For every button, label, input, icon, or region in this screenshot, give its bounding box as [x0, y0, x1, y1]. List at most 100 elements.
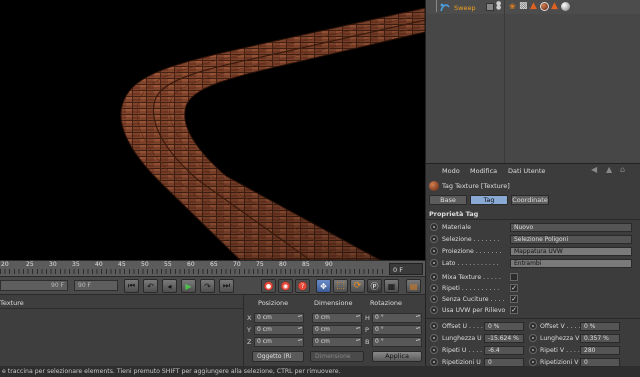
timeline-tick: 90: [325, 261, 333, 268]
animate-radio[interactable]: [430, 235, 438, 243]
position-x-field[interactable]: 0 cm: [254, 313, 304, 323]
rotation-p-field[interactable]: 0 °: [372, 325, 422, 335]
timeline[interactable]: 20 25 30 35 40 45 50 55 60 65 70 75 80 8…: [0, 260, 425, 276]
animate-radio[interactable]: [430, 306, 438, 314]
menu-mode[interactable]: Modo: [442, 167, 460, 175]
material-link-field[interactable]: Nuovo: [510, 223, 632, 232]
triangle-tag-icon[interactable]: ▲: [551, 1, 558, 11]
tile-checkbox[interactable]: ✓: [510, 284, 518, 292]
object-row-sweep[interactable]: Sweep ● ● ❀ ▩ ▲ ▲: [426, 0, 640, 14]
triangle-tag-icon[interactable]: ▲: [530, 1, 537, 11]
repetitions-u-field[interactable]: 0: [484, 358, 524, 367]
animate-radio[interactable]: [529, 358, 537, 366]
repetitions-u-label: Ripetizioni U: [442, 359, 481, 366]
animate-radio[interactable]: [430, 295, 438, 303]
animate-radio[interactable]: [529, 346, 537, 354]
rotate-key-button[interactable]: ⟳: [350, 279, 365, 293]
checker-tag-icon[interactable]: ▩: [519, 1, 528, 11]
position-y-field[interactable]: 0 cm: [254, 325, 304, 335]
up-arrow-icon[interactable]: ▲: [606, 165, 612, 174]
timeline-tick: 35: [72, 261, 80, 268]
material-tag-icon[interactable]: [561, 2, 570, 11]
animate-radio[interactable]: [430, 273, 438, 281]
tiles-u-field[interactable]: -6.4: [484, 346, 524, 355]
size-x-field[interactable]: 0 cm: [312, 313, 362, 323]
offset-v-field[interactable]: 0 %: [580, 322, 620, 331]
current-frame-field[interactable]: 0 F: [389, 263, 423, 275]
size-y-field[interactable]: 0 cm: [312, 325, 362, 335]
animate-radio[interactable]: [430, 358, 438, 366]
animate-radio[interactable]: [430, 223, 438, 231]
apply-button[interactable]: Applica: [372, 351, 422, 362]
play-button[interactable]: ▶: [181, 279, 196, 293]
scale-key-button[interactable]: ⬚: [333, 279, 348, 293]
3d-viewport[interactable]: [0, 0, 425, 260]
film-strip-button[interactable]: ▤: [406, 279, 421, 293]
autokey-button[interactable]: ◉: [278, 279, 293, 293]
tab-base[interactable]: Base: [429, 195, 467, 205]
go-to-start-button[interactable]: ⏮: [124, 279, 139, 293]
mix-texture-label: Mixa Texture . . . . .: [442, 274, 501, 281]
phong-tag-icon[interactable]: ❀: [509, 2, 516, 11]
tab-coordinates[interactable]: Coordinate: [511, 195, 549, 205]
move-icon: ✥: [320, 281, 327, 291]
attribute-menu: Modo Modifica Dati Utente ◀ ▲ ⌂: [426, 165, 640, 177]
rotation-h-field[interactable]: 0 °: [372, 313, 422, 323]
animate-radio[interactable]: [430, 259, 438, 267]
selection-label: Selezione . . . . . . .: [442, 236, 500, 243]
uvw-bump-checkbox[interactable]: ✓: [510, 306, 518, 314]
prev-key-icon: ↶: [147, 281, 154, 291]
projection-select[interactable]: Mappatura UVW: [510, 247, 632, 256]
animate-radio[interactable]: [529, 334, 537, 342]
coordinate-mode-select[interactable]: Oggetto (Ri: [252, 351, 304, 362]
timeline-tick: 25: [26, 261, 34, 268]
go-to-end-button[interactable]: ⏭: [219, 279, 234, 293]
menu-user-data[interactable]: Dati Utente: [508, 167, 545, 175]
animate-radio[interactable]: [430, 284, 438, 292]
material-manager: Texture: [0, 294, 243, 366]
rotation-header: Rotazione: [370, 299, 403, 307]
repetitions-v-field[interactable]: 0: [580, 358, 620, 367]
divider: [0, 308, 243, 309]
range-start-field[interactable]: 90 F: [0, 280, 68, 291]
animate-radio[interactable]: [430, 334, 438, 342]
material-label: Materiale: [442, 224, 471, 231]
prev-key-button[interactable]: ↶: [143, 279, 158, 293]
length-v-field[interactable]: 0.357 %: [580, 334, 620, 343]
attribute-tabs: Base Tag Coordinate: [426, 195, 640, 206]
size-mode-select[interactable]: Dimensione: [310, 351, 364, 362]
side-select[interactable]: Entrambi: [510, 259, 632, 268]
menu-edit[interactable]: Modifica: [470, 167, 497, 175]
offset-u-field[interactable]: 0 %: [484, 322, 524, 331]
tab-tag[interactable]: Tag: [470, 195, 508, 205]
mix-texture-checkbox[interactable]: [510, 273, 518, 281]
pla-key-button[interactable]: ▦: [384, 279, 399, 293]
texture-tag-icon[interactable]: [540, 2, 549, 11]
seamless-checkbox[interactable]: ✓: [510, 295, 518, 303]
timeline-ruler[interactable]: [0, 269, 385, 274]
tiles-v-field[interactable]: 280: [580, 346, 620, 355]
axis-label-y: Y: [247, 326, 251, 334]
next-key-button[interactable]: ↷: [200, 279, 215, 293]
selection-field[interactable]: Selezione Poligoni: [510, 235, 632, 244]
record-button[interactable]: ●: [261, 279, 276, 293]
animate-radio[interactable]: [430, 247, 438, 255]
move-key-button[interactable]: ✥: [316, 279, 331, 293]
size-z-field[interactable]: 0 cm: [312, 337, 362, 347]
animate-radio[interactable]: [430, 346, 438, 354]
rotation-b-field[interactable]: 0 °: [372, 337, 422, 347]
layer-icon[interactable]: [486, 3, 494, 11]
autokey-icon: ◉: [282, 282, 289, 290]
animate-radio[interactable]: [430, 322, 438, 330]
prev-frame-button[interactable]: ◂: [162, 279, 177, 293]
lock-icon[interactable]: ⌂: [620, 165, 625, 174]
position-z-field[interactable]: 0 cm: [254, 337, 304, 347]
animate-radio[interactable]: [529, 322, 537, 330]
visibility-dots-icon[interactable]: ● ●: [496, 1, 501, 11]
range-end-field[interactable]: 90 F: [74, 280, 118, 291]
help-button[interactable]: ?: [295, 279, 310, 293]
back-arrow-icon[interactable]: ◀: [591, 165, 597, 174]
param-key-button[interactable]: Ⓟ: [367, 279, 382, 293]
seamless-label: Senza Cuciture . . . .: [442, 296, 505, 303]
length-u-field[interactable]: -15.624 %: [484, 334, 524, 343]
